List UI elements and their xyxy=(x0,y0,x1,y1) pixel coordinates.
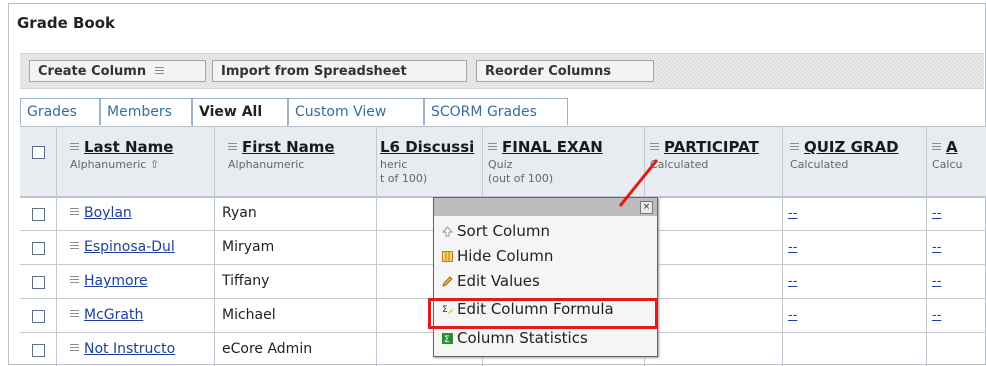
hide-column-icon xyxy=(442,251,453,262)
tab-view-all[interactable]: View All xyxy=(192,98,288,127)
context-menu-icon[interactable] xyxy=(70,310,79,320)
column-menu-icon[interactable] xyxy=(488,142,497,153)
header-quiz-grade-label: QUIZ GRAD xyxy=(804,138,899,156)
row-checkbox[interactable] xyxy=(32,276,45,289)
close-icon[interactable]: × xyxy=(640,201,653,214)
pencil-icon xyxy=(442,276,453,287)
quiz-grade-value[interactable]: -- xyxy=(788,240,797,255)
last-name-link[interactable]: Haymore xyxy=(70,273,148,289)
quiz-grade-value[interactable]: -- xyxy=(788,274,797,289)
context-menu-icon[interactable] xyxy=(70,242,79,252)
menu-item-edit-values[interactable]: Edit Values xyxy=(434,270,657,294)
highlight-box xyxy=(428,298,658,329)
context-menu-icon[interactable] xyxy=(70,208,79,218)
context-menu-icon[interactable] xyxy=(70,344,79,354)
first-name-cell: Miryam xyxy=(222,239,275,255)
create-column-label: Create Column xyxy=(38,64,147,79)
create-column-button[interactable]: Create Column xyxy=(29,60,206,82)
column-menu-icon[interactable] xyxy=(650,142,659,153)
column-menu-icon[interactable] xyxy=(70,142,79,153)
dropdown-icon xyxy=(154,66,164,77)
first-name-cell: Tiffany xyxy=(222,273,270,289)
tab-grades[interactable]: Grades xyxy=(20,98,100,125)
header-l6-type: heric xyxy=(380,158,408,171)
tab-members[interactable]: Members xyxy=(100,98,192,125)
tab-scorm-grades[interactable]: SCORM Grades xyxy=(424,98,568,125)
quiz-grade-value[interactable]: -- xyxy=(788,308,797,323)
header-last-name-label: Last Name xyxy=(84,138,174,156)
header-first-name-type: Alphanumeric xyxy=(228,158,305,171)
tab-custom-view[interactable]: Custom View xyxy=(288,98,424,125)
header-a-type: Calcu xyxy=(932,158,963,171)
last-name-link[interactable]: Espinosa-Dul xyxy=(70,239,175,255)
page-title: Grade Book xyxy=(17,14,115,32)
import-spreadsheet-button[interactable]: Import from Spreadsheet xyxy=(212,60,467,82)
header-participation-type: Calculated xyxy=(650,158,709,171)
a-column-value[interactable]: -- xyxy=(932,240,941,255)
sort-icon xyxy=(442,226,453,237)
header-last-name-type: Alphanumeric ⇧ xyxy=(70,158,160,171)
header-first-name[interactable]: First Name xyxy=(228,138,335,156)
context-menu-icon[interactable] xyxy=(70,276,79,286)
column-menu-icon[interactable] xyxy=(228,142,237,153)
a-column-value[interactable]: -- xyxy=(932,308,941,323)
row-checkbox[interactable] xyxy=(32,208,45,221)
header-first-name-label: First Name xyxy=(242,138,335,156)
last-name-text: Not Instructo xyxy=(84,341,176,357)
toolbar: Create Column Import from Spreadsheet Re… xyxy=(20,53,984,89)
quiz-grade-value[interactable]: -- xyxy=(788,206,797,221)
header-a-column[interactable]: A xyxy=(932,138,984,156)
header-participation-label: PARTICIPAT xyxy=(664,138,759,156)
last-name-text: Haymore xyxy=(84,273,148,289)
statistics-icon: Σ xyxy=(442,333,453,344)
first-name-cell: Ryan xyxy=(222,205,257,221)
last-name-text: Espinosa-Dul xyxy=(84,239,175,255)
header-final-exam-points: (out of 100) xyxy=(488,172,554,185)
header-final-exam[interactable]: FINAL EXAN xyxy=(488,138,642,156)
last-name-link[interactable]: McGrath xyxy=(70,307,143,323)
column-menu-icon[interactable] xyxy=(790,142,799,153)
row-checkbox[interactable] xyxy=(32,310,45,323)
reorder-columns-button[interactable]: Reorder Columns xyxy=(476,60,654,82)
first-name-cell: eCore Admin xyxy=(222,341,313,357)
header-final-exam-type: Quiz xyxy=(488,158,513,171)
menu-item-hide-column[interactable]: Hide Column xyxy=(434,245,657,269)
header-l6-points: t of 100) xyxy=(380,172,428,185)
last-name-link[interactable]: Not Instructo xyxy=(70,341,175,357)
menu-title-bar xyxy=(434,198,657,216)
column-menu-icon[interactable] xyxy=(932,142,941,153)
header-quiz-grade[interactable]: QUIZ GRAD xyxy=(790,138,924,156)
menu-item-column-statistics[interactable]: Σ Column Statistics xyxy=(434,327,657,351)
header-l6-discussion[interactable]: L6 Discussi xyxy=(380,138,480,156)
menu-item-sort-column[interactable]: Sort Column xyxy=(434,220,657,244)
row-checkbox[interactable] xyxy=(32,344,45,357)
header-participation[interactable]: PARTICIPAT xyxy=(650,138,780,156)
select-all-checkbox[interactable] xyxy=(32,146,45,159)
last-name-text: McGrath xyxy=(84,307,144,323)
menu-item-label: Hide Column xyxy=(457,247,554,265)
a-column-value[interactable]: -- xyxy=(932,274,941,289)
header-quiz-grade-type: Calculated xyxy=(790,158,849,171)
header-a-label: A xyxy=(946,138,958,156)
menu-item-label: Column Statistics xyxy=(457,329,588,347)
first-name-cell: Michael xyxy=(222,307,276,323)
svg-text:Σ: Σ xyxy=(444,335,450,344)
last-name-text: Boylan xyxy=(84,205,132,221)
last-name-link[interactable]: Boylan xyxy=(70,205,132,221)
header-final-exam-label: FINAL EXAN xyxy=(502,138,603,156)
menu-item-label: Edit Values xyxy=(457,272,540,290)
column-context-menu: × Sort Column Hide Column Edit Values Σ … xyxy=(433,197,658,357)
header-last-name[interactable]: Last Name xyxy=(70,138,173,156)
row-checkbox[interactable] xyxy=(32,242,45,255)
menu-item-label: Sort Column xyxy=(457,222,550,240)
a-column-value[interactable]: -- xyxy=(932,206,941,221)
